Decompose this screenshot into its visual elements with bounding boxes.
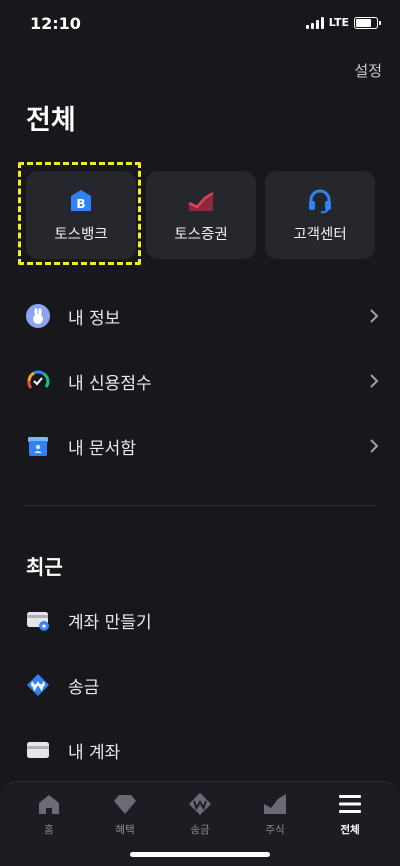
quick-access-row: B 토스뱅크 토스증권 고객센터 (26, 171, 376, 259)
battery-icon (354, 16, 381, 29)
tab-home[interactable]: 홈 (19, 792, 79, 837)
transfer-icon (26, 673, 50, 697)
home-indicator (130, 852, 270, 857)
signal-icon (305, 16, 324, 29)
quick-card-label: 토스증권 (174, 227, 228, 243)
quick-card-toss-bank[interactable]: B 토스뱅크 (26, 171, 136, 259)
toss-securities-icon (188, 188, 214, 214)
chevron-right-icon (370, 309, 379, 323)
tab-label: 송금 (190, 824, 210, 836)
quick-card-customer-center[interactable]: 고객센터 (265, 171, 375, 259)
tab-label: 혜택 (115, 824, 135, 836)
recent-item-my-account[interactable]: 내 계좌 (26, 735, 382, 765)
quick-card-label: 토스뱅크 (54, 227, 108, 243)
quick-card-label: 고객센터 (293, 227, 347, 243)
tab-transfer[interactable]: 송금 (170, 792, 230, 837)
headset-icon (307, 188, 333, 214)
rabbit-profile-icon (26, 304, 50, 328)
status-time: 12:10 (30, 14, 81, 33)
menu-item-label: 내 문서함 (68, 438, 136, 459)
chevron-right-icon (370, 439, 379, 453)
menu-item-label: 송금 (68, 677, 100, 698)
tab-label: 홈 (44, 824, 54, 836)
recent-item-open-account[interactable]: 계좌 만들기 (26, 605, 382, 635)
page-title: 전체 (26, 105, 76, 136)
chevron-right-icon (370, 374, 379, 388)
battery-level (356, 18, 371, 27)
recent-item-transfer[interactable]: 송금 (26, 670, 382, 700)
status-indicators: LTE (305, 16, 381, 29)
settings-link[interactable]: 설정 (354, 60, 382, 81)
toss-bank-icon: B (68, 188, 94, 214)
account-create-icon (26, 608, 50, 632)
menu-item-credit-score[interactable]: 내 신용점수 (26, 366, 382, 396)
tab-all[interactable]: 전체 (320, 792, 380, 837)
credit-gauge-icon (26, 369, 50, 393)
menu-item-label: 내 정보 (68, 308, 121, 329)
tab-label: 전체 (340, 824, 360, 836)
menu-icon (338, 792, 362, 816)
document-box-icon (26, 434, 50, 458)
benefit-diamond-icon (113, 792, 137, 816)
tab-label: 주식 (265, 824, 285, 836)
recent-section-title: 최근 (26, 555, 63, 579)
menu-item-label: 내 계좌 (68, 742, 121, 763)
menu-item-label: 내 신용점수 (68, 373, 152, 394)
status-bar: 12:10 LTE (0, 0, 400, 48)
menu-item-my-info[interactable]: 내 정보 (26, 301, 382, 331)
menu-item-label: 계좌 만들기 (68, 612, 152, 633)
menu-item-document-box[interactable]: 내 문서함 (26, 431, 382, 461)
svg-text:B: B (76, 197, 85, 211)
stock-chart-icon (263, 792, 287, 816)
tab-stocks[interactable]: 주식 (245, 792, 305, 837)
network-type: LTE (328, 16, 349, 29)
section-divider (24, 505, 376, 506)
transfer-won-icon (188, 792, 212, 816)
tab-benefits[interactable]: 혜택 (95, 792, 155, 837)
home-icon (37, 792, 61, 816)
account-card-icon (26, 738, 50, 762)
quick-card-toss-securities[interactable]: 토스증권 (146, 171, 256, 259)
